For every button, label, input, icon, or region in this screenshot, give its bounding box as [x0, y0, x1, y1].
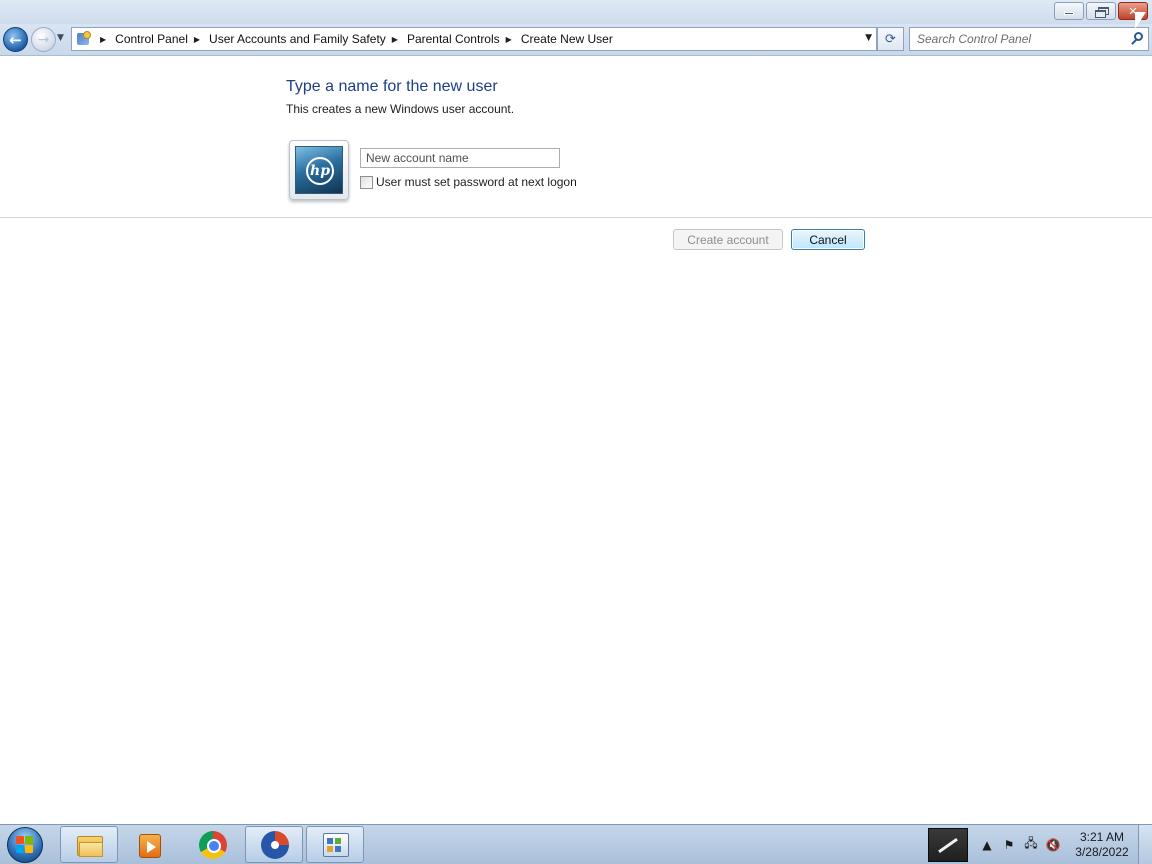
- breadcrumb-control-panel[interactable]: Control Panel: [115, 32, 188, 46]
- password-logon-option[interactable]: User must set password at next logon: [360, 175, 577, 189]
- create-account-button[interactable]: Create account: [673, 229, 783, 250]
- breadcrumb-create-new-user[interactable]: Create New User: [521, 32, 613, 46]
- clock-time: 3:21 AM: [1079, 829, 1125, 844]
- show-hidden-icons-icon[interactable]: ▲: [976, 838, 998, 852]
- back-button[interactable]: ←: [3, 27, 28, 52]
- taskbar: ▲ ⚑ 🖧 🔇 3:21 AM 3/28/2022: [0, 824, 1152, 864]
- window-controls: ✕: [1054, 2, 1148, 20]
- restore-button[interactable]: [1086, 2, 1116, 20]
- page-description: This creates a new Windows user account.: [286, 102, 515, 116]
- breadcrumb-separator-icon[interactable]: ▶: [392, 35, 398, 44]
- hp-logo-icon: hp: [306, 157, 334, 185]
- forward-button[interactable]: →: [31, 27, 56, 52]
- back-arrow-icon: ←: [9, 30, 22, 49]
- system-clock[interactable]: 3:21 AM 3/28/2022: [1070, 830, 1134, 860]
- control-panel-icon: [74, 29, 94, 49]
- taskbar-media-player[interactable]: [120, 826, 178, 863]
- minimize-icon: [1055, 3, 1083, 19]
- taskbar-control-panel[interactable]: [306, 826, 364, 863]
- windows-logo-icon: [16, 836, 34, 854]
- search-icon[interactable]: [1130, 31, 1144, 47]
- pie-app-icon: [260, 831, 290, 859]
- window-caption: ✕: [0, 0, 1152, 24]
- show-desktop-button[interactable]: [1138, 825, 1152, 864]
- system-tray: ▲ ⚑ 🖧 🔇 3:21 AM 3/28/2022: [928, 825, 1152, 864]
- breadcrumb-separator-icon[interactable]: ▶: [506, 35, 512, 44]
- cancel-button[interactable]: Cancel: [791, 229, 865, 250]
- taskbar-pie-app[interactable]: [245, 826, 303, 863]
- pen-input-icon[interactable]: [928, 827, 968, 862]
- refresh-button[interactable]: ⟳: [877, 27, 904, 51]
- navigation-bar: ← → ▼ ▶ Control Panel ▶ User Accounts an…: [0, 24, 1152, 56]
- chrome-icon: [198, 831, 228, 859]
- user-avatar: hp: [289, 140, 349, 200]
- breadcrumb-separator-icon[interactable]: ▶: [194, 35, 200, 44]
- breadcrumb-parental-controls[interactable]: Parental Controls: [407, 32, 500, 46]
- page-title: Type a name for the new user: [286, 78, 498, 95]
- breadcrumb-separator-icon[interactable]: ▶: [100, 35, 106, 44]
- search-input[interactable]: [917, 29, 1127, 49]
- breadcrumb-user-accounts[interactable]: User Accounts and Family Safety: [209, 32, 386, 46]
- divider: [0, 217, 1152, 218]
- search-box: [909, 27, 1149, 51]
- address-dropdown-icon[interactable]: ▼: [865, 33, 872, 43]
- folder-icon: [75, 831, 105, 859]
- taskbar-google-chrome[interactable]: [183, 826, 241, 863]
- mouse-cursor-icon: [1134, 10, 1147, 30]
- volume-muted-icon[interactable]: 🔇: [1042, 838, 1064, 852]
- refresh-icon: ⟳: [885, 31, 896, 47]
- account-name-input[interactable]: [360, 148, 560, 168]
- recent-pages-dropdown[interactable]: ▼: [57, 33, 64, 43]
- main-content: Type a name for the new user This create…: [0, 57, 1152, 823]
- address-bar[interactable]: ▶ Control Panel ▶ User Accounts and Fami…: [71, 27, 877, 51]
- taskbar-windows-explorer[interactable]: [60, 826, 118, 863]
- password-logon-label[interactable]: User must set password at next logon: [376, 175, 577, 189]
- clock-date: 3/28/2022: [1075, 844, 1129, 859]
- media-player-icon: [135, 831, 165, 859]
- start-button[interactable]: [4, 827, 46, 863]
- avatar-picture: hp: [295, 146, 343, 194]
- password-logon-checkbox[interactable]: [360, 175, 373, 189]
- control-panel-icon: [321, 831, 351, 859]
- forward-arrow-icon: →: [37, 31, 50, 48]
- minimize-button[interactable]: [1054, 2, 1084, 20]
- action-center-flag-icon[interactable]: ⚑: [998, 838, 1020, 852]
- network-icon[interactable]: 🖧: [1020, 834, 1042, 855]
